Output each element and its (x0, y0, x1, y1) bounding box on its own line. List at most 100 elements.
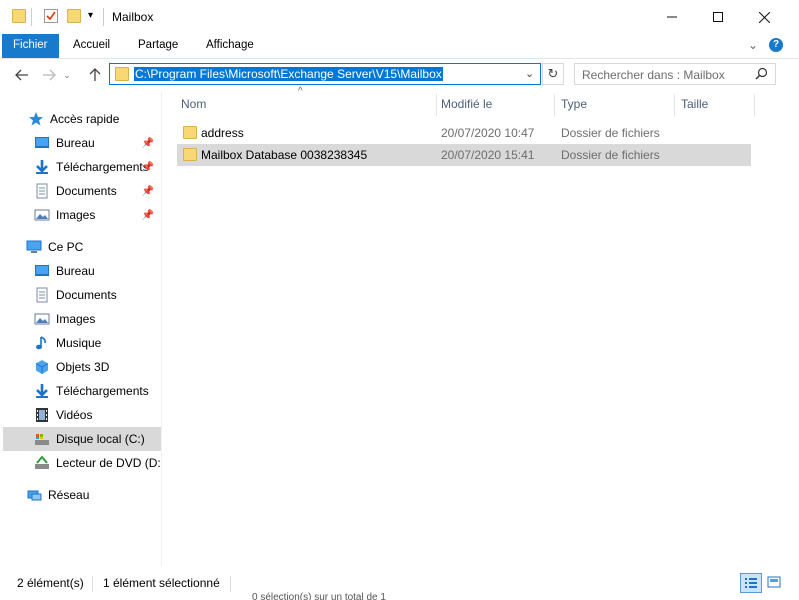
large-icons-view-button[interactable] (764, 573, 786, 593)
sidebar-item-telechargements[interactable]: Téléchargements 📌 (0, 155, 160, 179)
title-bar: ▾ Mailbox (0, 0, 799, 34)
file-name[interactable]: Mailbox Database 0038238345 (201, 148, 367, 162)
star-icon (28, 111, 44, 127)
pin-icon[interactable]: 📌 (142, 186, 154, 197)
back-button[interactable] (11, 64, 33, 86)
sidebar-item-label: Disque local (C:) (56, 432, 145, 446)
document-icon (34, 183, 50, 199)
desktop-icon (34, 135, 50, 151)
address-bar[interactable]: C:\Program Files\Microsoft\Exchange Serv… (109, 63, 541, 85)
column-header-type[interactable]: Type (556, 92, 674, 117)
sidebar-item-disque-local[interactable]: Disque local (C:) (3, 427, 161, 451)
folder-icon (183, 148, 197, 161)
table-row[interactable]: address 20/07/2020 10:47 Dossier de fich… (177, 122, 751, 144)
properties-icon[interactable] (44, 9, 58, 23)
document-icon (34, 287, 50, 303)
help-icon[interactable]: ? (769, 38, 783, 52)
download-icon (34, 159, 50, 175)
sidebar-item-documents[interactable]: Documents 📌 (0, 179, 160, 203)
divider (103, 8, 104, 26)
pin-icon[interactable]: 📌 (142, 210, 154, 221)
sidebar-item-ce-pc[interactable]: Ce PC (0, 235, 160, 259)
ghost-status-text: 0 sélection(s) sur un total de 1 (252, 592, 386, 600)
sidebar-item-reseau[interactable]: Réseau (0, 483, 160, 507)
tab-affichage[interactable]: Affichage (195, 34, 265, 58)
sidebar-item-label: Images (56, 208, 96, 222)
chevron-down-icon[interactable]: ⌄ (525, 67, 534, 80)
divider (31, 8, 32, 26)
navigation-bar: ⌄ C:\Program Files\Microsoft\Exchange Se… (0, 58, 799, 90)
sidebar-item-label: Ce PC (48, 240, 84, 254)
sidebar-item-videos[interactable]: Vidéos (0, 403, 160, 427)
chevron-down-icon[interactable]: ⌄ (748, 38, 758, 52)
file-modified: 20/07/2020 10:47 (441, 126, 535, 140)
tab-accueil[interactable]: Accueil (62, 34, 121, 58)
music-icon (34, 335, 50, 351)
sidebar-item-label: Documents (56, 184, 117, 198)
desktop-icon (34, 263, 50, 279)
download-icon (34, 383, 50, 399)
up-button[interactable] (84, 64, 106, 86)
file-type: Dossier de fichiers (561, 126, 660, 140)
forward-button[interactable] (38, 64, 60, 86)
column-header-modified[interactable]: Modifié le (436, 92, 554, 117)
minimize-button[interactable] (649, 0, 695, 34)
table-row[interactable]: Mailbox Database 0038238345 20/07/2020 1… (177, 144, 751, 166)
sidebar-item-label: Images (56, 312, 96, 326)
column-header-size[interactable]: Taille (676, 92, 754, 117)
search-input[interactable]: Rechercher dans : Mailbox (582, 68, 725, 82)
close-button[interactable] (741, 0, 787, 34)
sidebar-item-label: Vidéos (56, 408, 93, 422)
maximize-button[interactable] (695, 0, 741, 34)
file-name[interactable]: address (201, 126, 244, 140)
sidebar-item-label: Objets 3D (56, 360, 110, 374)
sidebar-item-pc-telechargements[interactable]: Téléchargements (0, 379, 160, 403)
column-divider[interactable] (554, 94, 555, 116)
sidebar-item-label: Bureau (56, 264, 95, 278)
tab-fichier[interactable]: Fichier (2, 34, 59, 58)
new-folder-icon[interactable] (67, 9, 81, 23)
sidebar-item-pc-images[interactable]: Images (0, 307, 160, 331)
pane-splitter[interactable] (161, 92, 162, 566)
sidebar-item-label: Réseau (48, 488, 90, 502)
sidebar-item-pc-bureau[interactable]: Bureau (0, 259, 160, 283)
address-path[interactable]: C:\Program Files\Microsoft\Exchange Serv… (134, 67, 443, 81)
sidebar-item-label: Musique (56, 336, 102, 350)
sidebar-item-bureau[interactable]: Bureau 📌 (0, 131, 160, 155)
drive-icon (34, 431, 50, 447)
image-icon (34, 207, 50, 223)
file-type: Dossier de fichiers (561, 148, 660, 162)
details-view-button[interactable] (740, 573, 762, 593)
navigation-pane: Accès rapide Bureau 📌 Téléchargements 📌 … (0, 92, 161, 566)
sidebar-item-musique[interactable]: Musique (0, 331, 160, 355)
tab-partage[interactable]: Partage (127, 34, 189, 58)
sidebar-item-acces-rapide[interactable]: Accès rapide (0, 107, 160, 131)
sidebar-item-lecteur-dvd[interactable]: Lecteur de DVD (D:) (0, 451, 160, 475)
film-icon (34, 407, 50, 423)
recent-locations-icon[interactable]: ⌄ (60, 64, 74, 86)
pin-icon[interactable]: 📌 (142, 138, 154, 149)
search-icon[interactable] (755, 67, 768, 83)
network-icon (26, 487, 42, 503)
sidebar-item-objets-3d[interactable]: Objets 3D (0, 355, 160, 379)
column-divider[interactable] (754, 94, 755, 116)
sidebar-item-label: Téléchargements (56, 160, 149, 174)
column-header-name[interactable]: Nom (176, 92, 436, 117)
refresh-button[interactable]: ↻ (542, 63, 564, 85)
status-bar: 2 élément(s) 1 élément sélectionné (0, 570, 799, 600)
sidebar-item-label: Documents (56, 288, 117, 302)
column-divider[interactable] (674, 94, 675, 116)
customize-toolbar-icon[interactable]: ▾ (88, 10, 93, 21)
sidebar-item-images[interactable]: Images 📌 (0, 203, 160, 227)
folder-icon (12, 9, 26, 23)
divider (92, 576, 93, 592)
cube-icon (34, 359, 50, 375)
sidebar-item-label: Bureau (56, 136, 95, 150)
item-count: 2 élément(s) (17, 576, 84, 590)
folder-icon (115, 67, 129, 81)
search-box[interactable]: Rechercher dans : Mailbox (574, 63, 776, 85)
sidebar-item-pc-documents[interactable]: Documents (0, 283, 160, 307)
selection-count: 1 élément sélectionné (103, 576, 220, 590)
sidebar-item-label: Téléchargements (56, 384, 149, 398)
pin-icon[interactable]: 📌 (142, 162, 154, 173)
